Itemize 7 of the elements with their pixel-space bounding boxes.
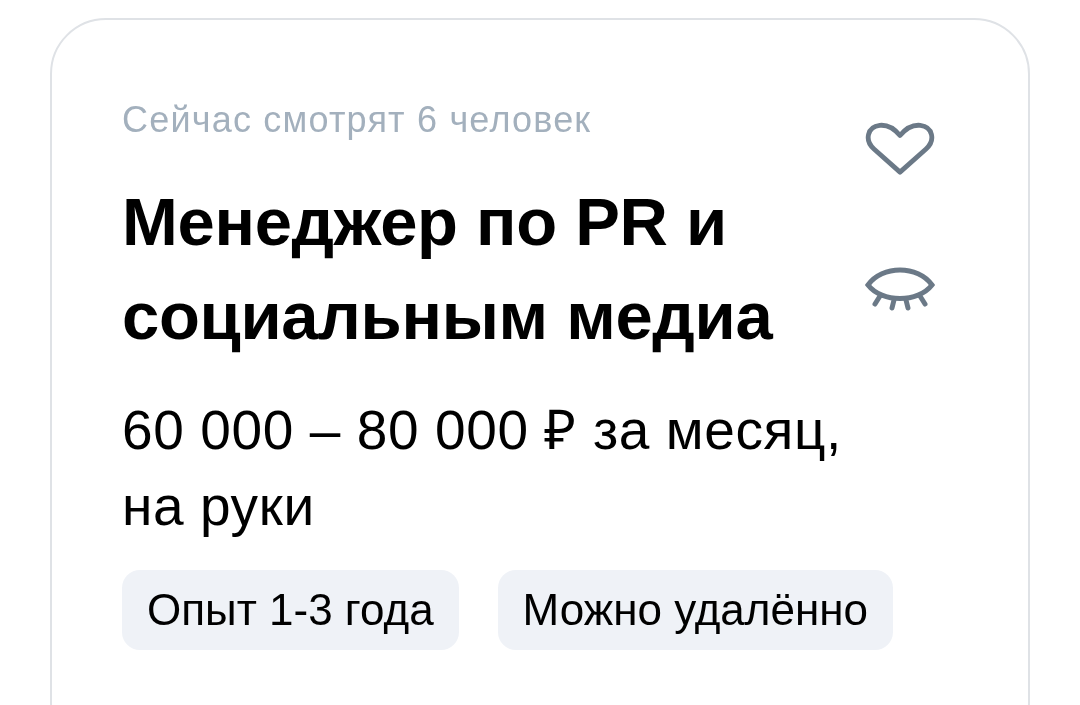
vacancy-title[interactable]: Менеджер по PR и социальным медиа <box>122 175 822 363</box>
viewers-count-text: Сейчас смотрят 6 человек <box>122 100 593 140</box>
heart-icon[interactable] <box>863 122 937 176</box>
tag: Можно удалённо <box>497 570 894 650</box>
tag: Опыт 1-3 года <box>122 570 459 650</box>
salary-text: 60 000 – 80 000 ₽ за месяц, на руки <box>122 398 843 539</box>
closed-eye-icon[interactable] <box>864 265 936 311</box>
